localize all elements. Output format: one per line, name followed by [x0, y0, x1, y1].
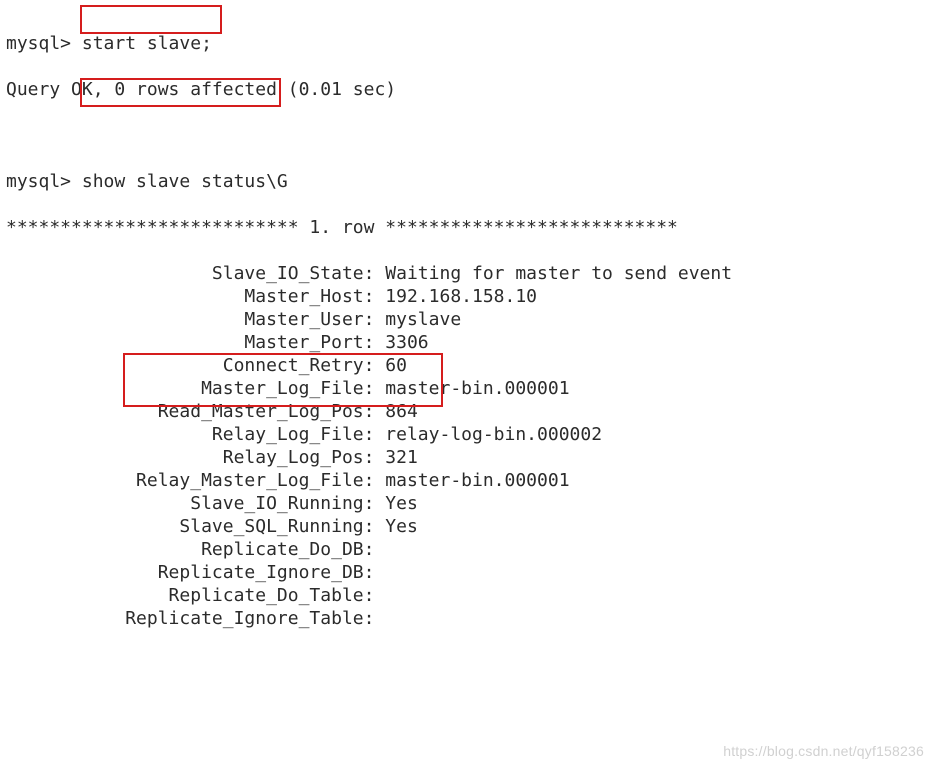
status-label: Master_Log_File:	[6, 378, 385, 399]
status-row: Relay_Master_Log_File: master-bin.000001	[6, 469, 938, 492]
status-row: Replicate_Ignore_DB:	[6, 561, 938, 584]
status-row: Master_Host: 192.168.158.10	[6, 285, 938, 308]
status-row: Slave_IO_State: Waiting for master to se…	[6, 262, 938, 285]
prompt: mysql>	[6, 171, 82, 192]
status-row: Master_User: myslave	[6, 308, 938, 331]
line-cmd1: mysql> start slave;	[6, 32, 938, 55]
status-value: master-bin.000001	[385, 470, 569, 491]
watermark-text: https://blog.csdn.net/qyf158236	[723, 740, 924, 763]
line-blank-1	[6, 124, 938, 147]
status-label: Replicate_Do_Table:	[6, 585, 385, 606]
status-label: Master_Host:	[6, 286, 385, 307]
status-row: Replicate_Do_Table:	[6, 584, 938, 607]
status-row: Relay_Log_Pos: 321	[6, 446, 938, 469]
status-label: Relay_Log_Pos:	[6, 447, 385, 468]
status-label: Slave_IO_Running:	[6, 493, 385, 514]
status-row: Connect_Retry: 60	[6, 354, 938, 377]
status-value: 192.168.158.10	[385, 286, 537, 307]
status-label: Slave_IO_State:	[6, 263, 385, 284]
status-value: Waiting for master to send event	[385, 263, 732, 284]
status-label: Replicate_Ignore_DB:	[6, 562, 385, 583]
status-value: master-bin.000001	[385, 378, 569, 399]
status-label: Connect_Retry:	[6, 355, 385, 376]
status-value: Yes	[385, 493, 418, 514]
command-start-slave: start slave;	[82, 33, 212, 54]
status-value: myslave	[385, 309, 461, 330]
status-label: Replicate_Do_DB:	[6, 539, 385, 560]
status-label: Relay_Log_File:	[6, 424, 385, 445]
status-value: Yes	[385, 516, 418, 537]
status-row: Replicate_Ignore_Table:	[6, 607, 938, 630]
status-row: Relay_Log_File: relay-log-bin.000002	[6, 423, 938, 446]
line-ok: Query OK, 0 rows affected (0.01 sec)	[6, 78, 938, 101]
status-label: Replicate_Ignore_Table:	[6, 608, 385, 629]
command-show-slave-status: show slave status\G	[82, 171, 288, 192]
status-row: Replicate_Do_DB:	[6, 538, 938, 561]
status-label: Slave_SQL_Running:	[6, 516, 385, 537]
status-row: Read_Master_Log_Pos: 864	[6, 400, 938, 423]
status-row: Master_Log_File: master-bin.000001	[6, 377, 938, 400]
status-label: Master_Port:	[6, 332, 385, 353]
terminal-output: mysql> start slave; Query OK, 0 rows aff…	[0, 0, 938, 769]
highlight-box-start-slave	[80, 5, 222, 34]
status-row: Slave_IO_Running: Yes	[6, 492, 938, 515]
status-label: Read_Master_Log_Pos:	[6, 401, 385, 422]
status-label: Relay_Master_Log_File:	[6, 470, 385, 491]
line-row-header: *************************** 1. row *****…	[6, 216, 938, 239]
status-value: 321	[385, 447, 418, 468]
status-row: Slave_SQL_Running: Yes	[6, 515, 938, 538]
status-value: 864	[385, 401, 418, 422]
prompt: mysql>	[6, 33, 82, 54]
status-row: Master_Port: 3306	[6, 331, 938, 354]
status-value: 60	[385, 355, 407, 376]
line-cmd2: mysql> show slave status\G	[6, 170, 938, 193]
status-label: Master_User:	[6, 309, 385, 330]
status-value: relay-log-bin.000002	[385, 424, 602, 445]
status-value: 3306	[385, 332, 428, 353]
